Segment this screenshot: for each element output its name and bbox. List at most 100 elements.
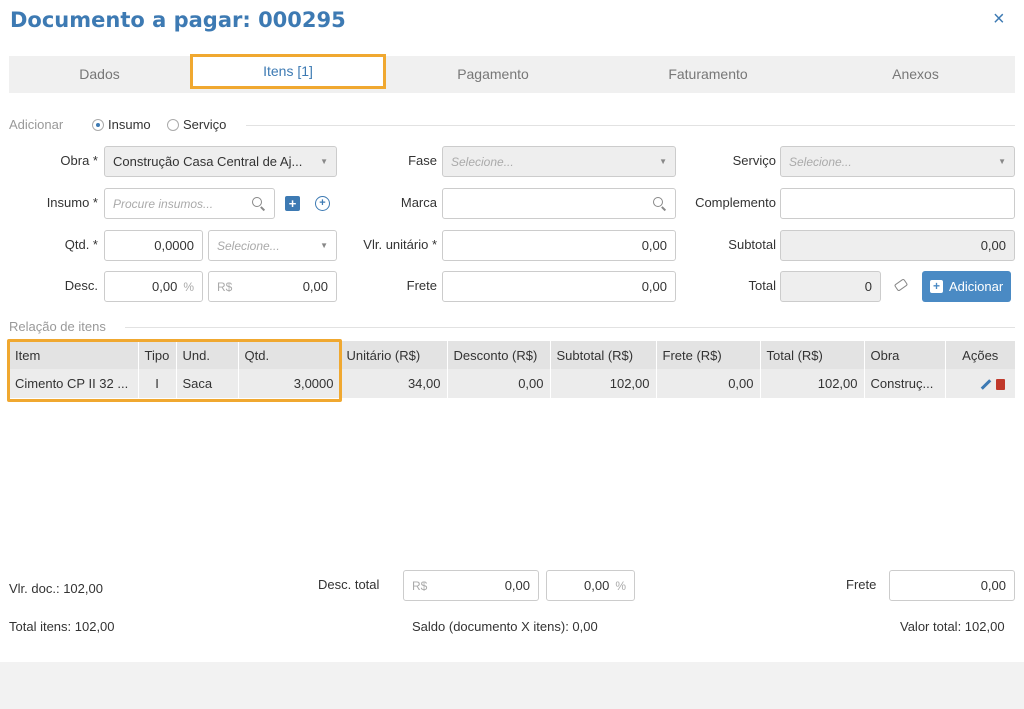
qtd-input[interactable]: 0,0000 [104,230,203,261]
footer-frete-value: 0,00 [980,578,1006,593]
cell-acoes [944,369,1015,398]
cell-obra: Construç... [863,369,945,398]
desc-rs-input[interactable]: R$ 0,00 [208,271,337,302]
fase-placeholder: Selecione... [451,154,514,169]
divider [246,125,1015,126]
desc-pct-input[interactable]: 0,00% [104,271,203,302]
tab-dados[interactable]: Dados [9,56,190,93]
frete-input[interactable]: 0,00 [442,271,676,302]
insumo-placeholder: Procure insumos... [113,196,214,211]
total-field: 0 [780,271,881,302]
trash-icon[interactable] [996,379,1005,391]
close-icon[interactable]: × [993,8,1005,31]
col-und[interactable]: Und. [175,341,238,369]
tab-faturamento[interactable]: Faturamento [600,56,816,93]
chevron-down-icon: ▼ [320,241,328,250]
eraser-icon[interactable] [893,278,909,292]
items-table: Item Tipo Und. Qtd. Unitário (R$) Descon… [9,341,1015,398]
cell-tipo: I [137,369,176,398]
add-insumo-icon[interactable]: + [285,196,300,211]
footer-frete-label: Frete [846,577,877,592]
col-desconto[interactable]: Desconto (R$) [446,341,550,369]
insumo-search-input[interactable]: Procure insumos... [104,188,275,219]
tab-itens[interactable]: Itens [1] [190,54,386,89]
fase-select[interactable]: Selecione... ▼ [442,146,676,177]
plus-icon: + [930,280,943,293]
frete-label: Frete [406,278,437,293]
cell-desconto: 0,00 [446,369,550,398]
items-table-wrap: Item Tipo Und. Qtd. Unitário (R$) Descon… [9,341,1015,398]
desc-label: Desc. [64,278,98,293]
chevron-down-icon: ▼ [659,157,667,166]
col-unitario[interactable]: Unitário (R$) [339,341,447,369]
obra-select[interactable]: Construção Casa Central de Aj... ▼ [104,146,337,177]
subtotal-value: 0,00 [980,238,1006,253]
col-qtd[interactable]: Qtd. [237,341,340,369]
total-value: 0 [864,279,872,294]
edit-icon[interactable] [980,379,992,390]
insumo-label: Insumo * [46,195,98,210]
desc-rs-value: 0,00 [302,279,328,294]
frete-value: 0,00 [641,279,667,294]
add-item-button[interactable]: + Adicionar [922,271,1012,302]
desc-total-pct-input[interactable]: 0,00% [546,570,635,601]
fase-label: Fase [408,153,437,168]
vlr-unitario-input[interactable]: 0,00 [442,230,676,261]
table-row[interactable]: Cimento CP II 32 ... I Saca 3,0000 34,00… [9,369,1015,398]
radio-servico[interactable]: Serviço [167,117,226,132]
tab-pagamento[interactable]: Pagamento [386,56,600,93]
desc-pct-value: 0,00 [152,279,178,294]
radio-servico-label: Serviço [183,117,227,132]
total-label: Total [748,278,776,293]
radio-insumo[interactable]: Insumo [92,117,151,132]
radio-insumo-label: Insumo [108,117,151,132]
servico-label: Serviço [732,153,776,168]
obra-label: Obra * [60,153,98,168]
col-total[interactable]: Total (R$) [759,341,864,369]
unit-select[interactable]: Selecione... ▼ [208,230,337,261]
search-icon[interactable] [653,196,667,211]
vlr-doc: Vlr. doc.: 102,00 [9,581,103,596]
cell-subtotal: 102,00 [549,369,656,398]
radio-insumo-icon[interactable] [92,119,104,131]
desc-total-rs-input[interactable]: R$ 0,00 [403,570,539,601]
cell-frete: 0,00 [655,369,760,398]
desc-total-pct-value: 0,00 [584,578,610,593]
tab-anexos[interactable]: Anexos [816,56,1015,93]
tab-bar: Dados Itens [1] Pagamento Faturamento An… [9,54,1015,93]
servico-select[interactable]: Selecione... ▼ [780,146,1015,177]
add-item-button-label: Adicionar [949,279,1004,294]
marca-input[interactable] [442,188,676,219]
col-frete[interactable]: Frete (R$) [655,341,760,369]
currency-prefix: R$ [217,279,233,294]
chevron-down-icon: ▼ [320,157,328,166]
footer-band [0,662,1024,709]
table-header-row: Item Tipo Und. Qtd. Unitário (R$) Descon… [9,341,1015,369]
col-obra[interactable]: Obra [863,341,945,369]
radio-servico-icon[interactable] [167,119,179,131]
col-item[interactable]: Item [9,341,138,369]
footer-frete-input[interactable]: 0,00 [889,570,1015,601]
col-subtotal[interactable]: Subtotal (R$) [549,341,656,369]
complemento-input[interactable] [780,188,1015,219]
currency-prefix: R$ [412,578,428,593]
divider [125,327,1015,328]
zoom-plus-icon[interactable]: + [315,196,330,211]
qtd-label: Qtd. * [64,237,98,252]
cell-item: Cimento CP II 32 ... [9,369,138,398]
saldo: Saldo (documento X itens): 0,00 [412,619,598,634]
items-section-label: Relação de itens [9,319,106,334]
cell-total: 102,00 [759,369,864,398]
valor-total: Valor total: 102,00 [900,619,1005,634]
page-title: Documento a pagar: 000295 [10,8,346,32]
marca-label: Marca [400,195,437,210]
cell-unitario: 34,00 [339,369,447,398]
total-itens: Total itens: 102,00 [9,619,115,634]
subtotal-label: Subtotal [728,237,776,252]
subtotal-field: 0,00 [780,230,1015,261]
cell-und: Saca [175,369,238,398]
col-tipo[interactable]: Tipo [137,341,176,369]
search-icon[interactable] [252,196,266,211]
col-acoes[interactable]: Ações [944,341,1015,369]
cell-qtd: 3,0000 [237,369,340,398]
